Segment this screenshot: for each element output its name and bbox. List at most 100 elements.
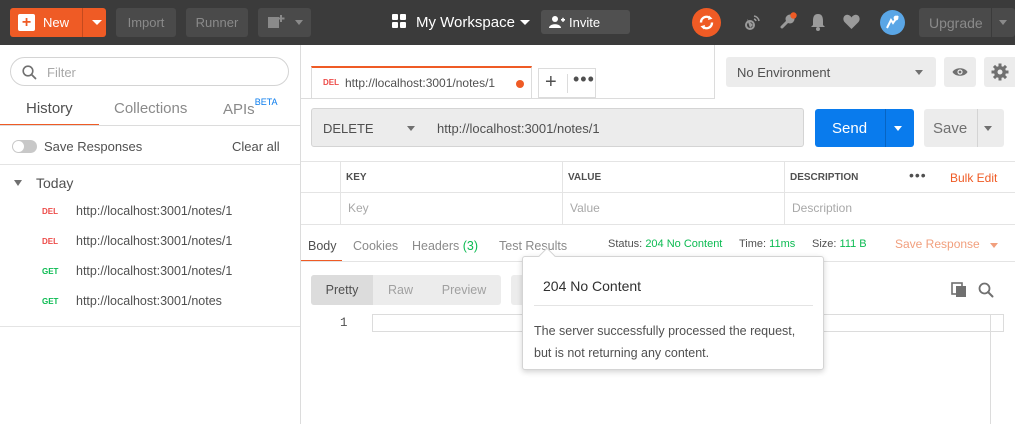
history-group-today[interactable]: Today <box>36 175 73 191</box>
chevron-down-icon[interactable] <box>999 20 1007 25</box>
search-icon[interactable] <box>978 282 994 298</box>
unsaved-indicator <box>516 80 524 88</box>
divider <box>567 74 568 93</box>
upgrade-label: Upgrade <box>929 15 983 31</box>
divider <box>991 8 992 37</box>
environment-quick-look-button[interactable] <box>944 57 976 87</box>
sync-button[interactable] <box>692 8 721 37</box>
tab-cookies[interactable]: Cookies <box>353 239 398 253</box>
invite-label: Invite <box>569 15 601 30</box>
line-number: 1 <box>340 316 348 330</box>
import-button[interactable]: Import <box>116 8 176 37</box>
manage-environments-button[interactable] <box>984 57 1015 87</box>
divider <box>0 326 300 327</box>
send-button[interactable]: Send <box>815 109 914 147</box>
value-input[interactable]: Value <box>570 201 600 215</box>
tab-test-results[interactable]: Test Results <box>499 239 567 253</box>
clear-all-button[interactable]: Clear all <box>232 139 280 154</box>
status-label: Status: <box>608 238 643 250</box>
copy-icon[interactable] <box>951 282 967 298</box>
column-header-key: KEY <box>346 172 367 183</box>
view-pretty[interactable]: Pretty <box>311 275 373 305</box>
history-item[interactable]: GET http://localhost:3001/notes <box>0 287 300 317</box>
tooltip-description: The server successfully processed the re… <box>534 324 796 360</box>
new-button[interactable]: + New <box>10 8 106 37</box>
environment-value: No Environment <box>737 65 831 80</box>
view-preview[interactable]: Preview <box>428 275 500 305</box>
size-value: 111 B <box>839 238 867 250</box>
response-status[interactable]: Status: 204 No Content <box>608 238 722 250</box>
description-input[interactable]: Description <box>792 201 852 215</box>
upgrade-button[interactable]: Upgrade <box>919 8 1015 37</box>
divider <box>534 305 813 306</box>
chevron-down-icon[interactable] <box>92 20 102 25</box>
tab-body[interactable]: Body <box>308 239 337 253</box>
history-url: http://localhost:3001/notes/1 <box>76 234 233 248</box>
tab-headers-label: Headers <box>412 239 460 253</box>
add-tab-icon[interactable]: + <box>545 71 557 94</box>
column-header-value: VALUE <box>568 172 602 183</box>
tab-history[interactable]: History <box>26 100 73 117</box>
view-raw[interactable]: Raw <box>373 275 428 305</box>
save-responses-toggle[interactable] <box>12 140 37 153</box>
beta-badge: BETA <box>254 97 278 107</box>
satellite-icon[interactable] <box>744 13 762 31</box>
method-badge: DEL <box>42 237 58 246</box>
url-value: http://localhost:3001/notes/1 <box>437 121 600 136</box>
params-table: KEY VALUE DESCRIPTION ••• Bulk Edit Key … <box>301 161 1015 225</box>
divider <box>301 98 714 99</box>
view-mode-switcher: Pretty Raw Preview <box>311 275 501 305</box>
history-item[interactable]: GET http://localhost:3001/notes/1 <box>0 257 300 287</box>
history-item[interactable]: DEL http://localhost:3001/notes/1 <box>0 197 300 227</box>
chevron-down-icon[interactable] <box>984 126 992 131</box>
sync-icon <box>699 15 714 30</box>
bulk-edit-button[interactable]: Bulk Edit <box>950 171 997 185</box>
response-size[interactable]: Size: 111 B <box>812 238 867 250</box>
url-input[interactable]: http://localhost:3001/notes/1 <box>426 108 804 147</box>
method-select[interactable]: DELETE <box>311 108 427 147</box>
save-response-button[interactable]: Save Response <box>895 237 980 251</box>
method-badge: GET <box>42 267 59 276</box>
history-url: http://localhost:3001/notes/1 <box>76 264 233 278</box>
response-time[interactable]: Time: 11ms <box>739 238 795 250</box>
invite-button[interactable]: Invite <box>541 10 630 34</box>
chevron-down-icon[interactable] <box>990 243 998 248</box>
save-button[interactable]: Save <box>924 109 1004 147</box>
search-icon <box>22 65 37 80</box>
divider <box>301 224 1015 225</box>
chevron-down-icon[interactable] <box>894 126 902 131</box>
wrench-icon[interactable] <box>778 11 798 31</box>
request-tab[interactable]: DEL http://localhost:3001/notes/1 <box>311 66 532 99</box>
avatar-icon[interactable] <box>880 10 905 35</box>
method-badge: DEL <box>323 78 339 87</box>
tab-apis[interactable]: APIsBETA <box>223 97 278 118</box>
new-window-button[interactable] <box>258 8 311 37</box>
request-tab-title: http://localhost:3001/notes/1 <box>345 76 496 90</box>
runner-button[interactable]: Runner <box>186 8 248 37</box>
new-button-label: New <box>43 15 70 30</box>
divider <box>301 192 1015 193</box>
chevron-down-icon <box>295 20 303 25</box>
tab-headers[interactable]: Headers (3) <box>412 239 478 253</box>
history-url: http://localhost:3001/notes <box>76 294 222 308</box>
filter-placeholder: Filter <box>47 65 76 80</box>
divider <box>340 161 341 224</box>
time-value: 11ms <box>769 238 796 250</box>
history-item[interactable]: DEL http://localhost:3001/notes/1 <box>0 227 300 257</box>
more-icon[interactable]: ••• <box>573 69 595 90</box>
tab-collections[interactable]: Collections <box>114 100 187 117</box>
tooltip-title: 204 No Content <box>543 278 642 294</box>
key-input[interactable]: Key <box>348 201 369 215</box>
environment-select[interactable]: No Environment <box>726 57 936 87</box>
size-label: Size: <box>812 238 837 250</box>
time-label: Time: <box>739 238 767 250</box>
chevron-down-icon[interactable] <box>520 20 530 25</box>
chevron-down-icon <box>407 126 415 131</box>
workspace-title[interactable]: My Workspace <box>416 14 515 31</box>
caret-down-icon[interactable] <box>14 180 22 186</box>
more-icon[interactable]: ••• <box>909 167 927 183</box>
filter-input[interactable]: Filter <box>10 57 289 86</box>
sidebar: Filter History Collections APIsBETA Save… <box>0 45 301 424</box>
bell-icon[interactable] <box>810 13 826 31</box>
heart-icon[interactable] <box>843 14 860 30</box>
